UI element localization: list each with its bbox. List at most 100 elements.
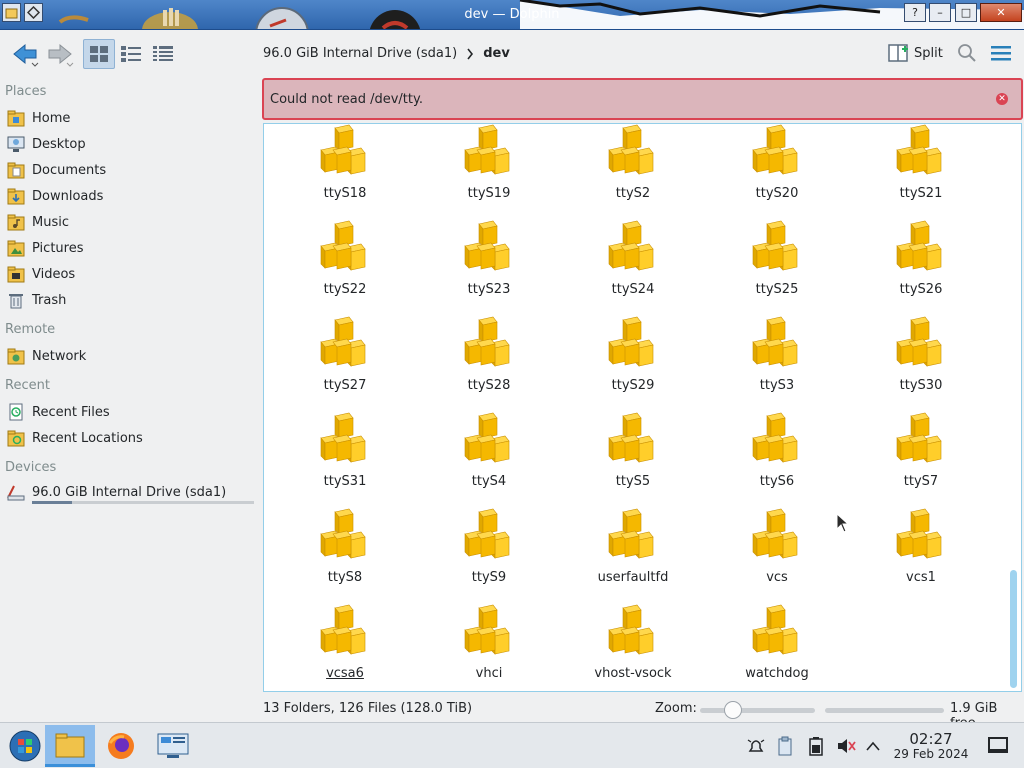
file-item[interactable]: ttyS31 <box>285 412 405 492</box>
compact-view-button[interactable] <box>115 39 147 69</box>
breadcrumb: 96.0 GiB Internal Drive (sda1) dev <box>263 46 510 61</box>
show-desktop-button[interactable] <box>988 737 1008 753</box>
close-button[interactable]: ✕ <box>980 3 1022 22</box>
sidebar-item-home[interactable]: Home <box>6 106 70 130</box>
file-item[interactable]: ttyS24 <box>573 220 693 300</box>
file-item[interactable]: ttyS2 <box>573 124 693 204</box>
sidebar-item-label: Downloads <box>32 188 104 204</box>
file-item[interactable]: ttyS30 <box>861 316 981 396</box>
clock[interactable]: 02:27 29 Feb 2024 <box>890 731 972 762</box>
file-name-label: ttyS25 <box>755 282 799 297</box>
breadcrumb-separator-icon[interactable] <box>466 48 474 60</box>
battery-icon[interactable] <box>805 735 827 757</box>
sidebar-item-pictures[interactable]: Pictures <box>6 236 83 260</box>
file-name-label: ttyS18 <box>323 186 367 201</box>
file-item[interactable]: ttyS7 <box>861 412 981 492</box>
file-item[interactable]: ttyS29 <box>573 316 693 396</box>
forward-dropdown-icon[interactable] <box>66 62 74 68</box>
file-item[interactable]: userfaultfd <box>573 508 693 588</box>
file-item[interactable]: watchdog <box>717 604 837 684</box>
minimize-button[interactable]: – <box>929 3 951 22</box>
file-name-label: vcs <box>766 570 788 585</box>
sidebar-item-downloads[interactable]: Downloads <box>6 184 103 208</box>
file-item[interactable]: vhost-vsock <box>573 604 693 684</box>
firefox-icon <box>108 733 134 759</box>
recent-files-icon <box>6 402 26 422</box>
file-name-label: ttyS8 <box>327 570 363 585</box>
scrollbar-thumb[interactable] <box>1010 570 1017 688</box>
breadcrumb-drive[interactable]: 96.0 GiB Internal Drive (sda1) <box>263 46 457 61</box>
help-button[interactable]: ? <box>904 3 926 22</box>
file-item[interactable]: ttyS8 <box>285 508 405 588</box>
file-item[interactable]: ttyS6 <box>717 412 837 492</box>
file-item[interactable]: ttyS18 <box>285 124 405 204</box>
file-item[interactable]: ttyS26 <box>861 220 981 300</box>
file-name-label: ttyS26 <box>899 282 943 297</box>
file-item[interactable]: vcs1 <box>861 508 981 588</box>
file-item[interactable]: ttyS9 <box>429 508 549 588</box>
menu-button[interactable] <box>990 44 1012 66</box>
taskbar-dolphin[interactable] <box>45 725 95 767</box>
start-orb-icon <box>9 730 41 762</box>
file-item[interactable]: ttyS4 <box>429 412 549 492</box>
breadcrumb-current[interactable]: dev <box>483 46 510 61</box>
file-item[interactable]: vcs <box>717 508 837 588</box>
sidebar-item-recent-files[interactable]: Recent Files <box>6 400 110 424</box>
sidebar-item-trash[interactable]: Trash <box>6 288 66 312</box>
clipboard-icon[interactable] <box>774 735 796 757</box>
tray-expand-icon[interactable] <box>862 735 884 757</box>
character-device-icon <box>320 220 366 271</box>
file-item[interactable]: ttyS21 <box>861 124 981 204</box>
sidebar-item-music[interactable]: Music <box>6 210 69 234</box>
taskbar-firefox[interactable] <box>96 725 146 767</box>
file-item[interactable]: ttyS28 <box>429 316 549 396</box>
character-device-icon <box>896 508 942 559</box>
taskbar-system-settings[interactable] <box>148 725 198 767</box>
notifications-icon[interactable] <box>745 735 767 757</box>
file-item[interactable]: ttyS25 <box>717 220 837 300</box>
volume-muted-icon[interactable] <box>835 735 857 757</box>
file-item[interactable]: vcsa6 <box>285 604 405 684</box>
sidebar-item-network[interactable]: Network <box>6 344 86 368</box>
sidebar-item-documents[interactable]: Documents <box>6 158 106 182</box>
file-name-label: ttyS27 <box>323 378 367 393</box>
back-dropdown-icon[interactable] <box>31 62 39 68</box>
details-view-button[interactable] <box>147 39 179 69</box>
icons-view-button[interactable] <box>83 39 115 69</box>
free-space-bar <box>825 708 944 713</box>
sidebar-item-desktop[interactable]: Desktop <box>6 132 86 156</box>
file-name-label: ttyS20 <box>755 186 799 201</box>
character-device-icon <box>320 412 366 463</box>
file-item[interactable]: ttyS5 <box>573 412 693 492</box>
split-button[interactable]: Split <box>888 43 943 63</box>
zoom-slider-track[interactable] <box>700 708 815 713</box>
character-device-icon <box>464 316 510 367</box>
compact-view-icon <box>121 46 141 62</box>
file-item[interactable]: ttyS27 <box>285 316 405 396</box>
window-title: dev — Dolphin <box>464 7 560 22</box>
file-item[interactable]: vhci <box>429 604 549 684</box>
start-menu-button[interactable] <box>0 725 50 767</box>
sidebar-item-label: Music <box>32 214 69 230</box>
maximize-button[interactable]: □ <box>955 3 977 22</box>
file-item[interactable]: ttyS22 <box>285 220 405 300</box>
file-item[interactable]: ttyS23 <box>429 220 549 300</box>
file-name-label: vhci <box>475 666 503 681</box>
character-device-icon <box>608 316 654 367</box>
zoom-label: Zoom: <box>655 701 697 716</box>
search-button[interactable] <box>957 43 977 67</box>
file-view[interactable]: ttyS18 ttyS19 ttyS2 ttyS20 ttyS21 ttyS22 ttyS2… <box>263 123 1022 692</box>
file-item[interactable]: ttyS20 <box>717 124 837 204</box>
file-name-label: ttyS30 <box>899 378 943 393</box>
zoom-slider-handle[interactable] <box>724 701 742 719</box>
window-titlebar[interactable]: dev — Dolphin ? – □ ✕ <box>0 0 1024 30</box>
file-item[interactable]: ttyS3 <box>717 316 837 396</box>
character-device-icon <box>752 220 798 271</box>
folder-summary: 13 Folders, 126 Files (128.0 TiB) <box>263 701 473 716</box>
clock-time: 02:27 <box>909 730 953 748</box>
mouse-cursor-icon <box>836 513 850 533</box>
file-item[interactable]: ttyS19 <box>429 124 549 204</box>
sidebar-item-videos[interactable]: Videos <box>6 262 75 286</box>
close-banner-icon[interactable]: ✕ <box>996 93 1008 105</box>
sidebar-item-recent-locations[interactable]: Recent Locations <box>6 426 143 450</box>
